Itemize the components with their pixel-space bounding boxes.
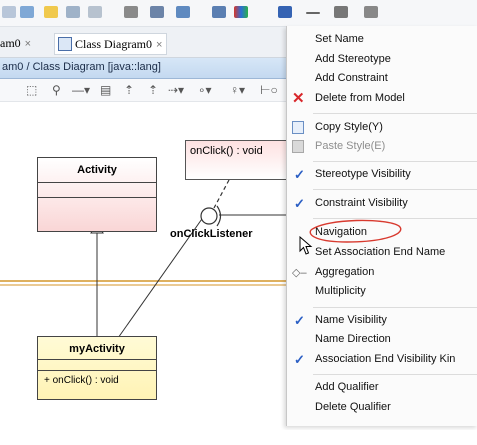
check-icon: ✓ bbox=[294, 352, 305, 367]
paste-icon bbox=[292, 140, 304, 153]
tab-class-diagram0[interactable]: Class Diagram0 × bbox=[54, 33, 168, 55]
table-tool-icon[interactable]: ▤ bbox=[100, 83, 111, 97]
delete-icon: ✕ bbox=[292, 90, 305, 107]
menu-item-delete-qualifier[interactable]: Delete Qualifier bbox=[287, 398, 477, 418]
class-attributes bbox=[38, 182, 156, 197]
menu-item-set-name[interactable]: Set Name bbox=[287, 30, 477, 50]
tab-label: am0 bbox=[0, 36, 21, 50]
menu-item-multiplicity[interactable]: Multiplicity bbox=[287, 282, 477, 302]
close-icon[interactable]: × bbox=[25, 38, 31, 50]
menu-item-name-direction[interactable]: Name Direction bbox=[287, 330, 477, 350]
copy-icon bbox=[292, 121, 304, 134]
menu-item-delete-from-model[interactable]: ✕ Delete from Model bbox=[287, 89, 477, 109]
interface-tool-icon[interactable]: ⊢○ bbox=[260, 83, 278, 97]
close-icon[interactable]: × bbox=[156, 39, 162, 51]
menu-item-name-visibility[interactable]: ✓ Name Visibility bbox=[287, 311, 477, 331]
select-tool-icon[interactable]: ⬚ bbox=[26, 83, 37, 97]
check-icon: ✓ bbox=[294, 196, 305, 211]
menu-item-paste-style: Paste Style(E) bbox=[287, 137, 477, 157]
class-myactivity[interactable]: myActivity + onClick() : void bbox=[37, 336, 157, 400]
class-attributes bbox=[38, 359, 156, 370]
search-icon[interactable] bbox=[2, 6, 16, 18]
line-tool-icon[interactable]: —▾ bbox=[72, 83, 90, 97]
main-toolbar bbox=[0, 0, 477, 27]
node-tool-icon[interactable]: ∘▾ bbox=[198, 83, 212, 97]
tab-label: Class Diagram0 bbox=[75, 37, 152, 51]
note-text: onClick() : void bbox=[190, 145, 263, 157]
menu-item-add-constraint[interactable]: Add Constraint bbox=[287, 69, 477, 89]
actor-tool-icon[interactable]: ♀▾ bbox=[230, 83, 245, 97]
menu-separator bbox=[313, 161, 477, 162]
diagram-palette: ⬚ ⚲ —▾ ▤ ⇡ ⇡ ⇢▾ ∘▾ ♀▾ ⊢○ bbox=[0, 79, 290, 102]
class-name: Activity bbox=[77, 164, 117, 176]
line-color-icon[interactable] bbox=[278, 6, 292, 18]
color-fill-icon[interactable] bbox=[234, 6, 248, 18]
class-operations bbox=[38, 197, 156, 198]
menu-separator bbox=[313, 374, 477, 375]
diagram-title-bar: am0 / Class Diagram [java::lang] bbox=[0, 58, 290, 79]
arrow-right-icon[interactable] bbox=[66, 6, 80, 18]
grid-icon[interactable] bbox=[124, 6, 138, 18]
dependency-tool-icon[interactable]: ⇢▾ bbox=[168, 83, 184, 97]
diagram-icon bbox=[58, 37, 72, 51]
diagram-title: am0 / Class Diagram [java::lang] bbox=[2, 61, 161, 73]
dropdown-icon[interactable] bbox=[364, 6, 378, 18]
menu-item-add-stereotype[interactable]: Add Stereotype bbox=[287, 50, 477, 70]
shape-icon[interactable] bbox=[212, 6, 226, 18]
comment-icon[interactable] bbox=[44, 6, 58, 18]
pin-tool-icon[interactable]: ⚲ bbox=[52, 83, 61, 97]
bottom-edge bbox=[0, 430, 477, 445]
check-icon: ✓ bbox=[294, 167, 305, 182]
menu-item-constraint-visibility[interactable]: ✓ Constraint Visibility bbox=[287, 194, 477, 214]
editor-tabs: am0 × Class Diagram0 × bbox=[0, 27, 290, 58]
menu-item-aggregation[interactable]: ◇– Aggregation bbox=[287, 263, 477, 283]
note-shape[interactable]: onClick() : void bbox=[185, 140, 289, 180]
menu-separator bbox=[313, 113, 477, 114]
check-icon: ✓ bbox=[294, 313, 305, 328]
tree-icon[interactable] bbox=[334, 6, 348, 18]
arrow-right-alt-icon[interactable] bbox=[88, 6, 102, 18]
aggregation-diamond-icon: ◇– bbox=[292, 267, 307, 279]
realization-tool-icon[interactable]: ⇡ bbox=[148, 83, 158, 97]
context-menu: Set Name Add Stereotype Add Constraint ✕… bbox=[286, 26, 477, 426]
class-operation: + onClick() : void bbox=[38, 370, 156, 386]
class-name: myActivity bbox=[69, 343, 125, 355]
menu-item-stereotype-visibility[interactable]: ✓ Stereotype Visibility bbox=[287, 165, 477, 185]
menu-item-association-end-visibility-kind[interactable]: ✓ Association End Visibility Kin bbox=[287, 350, 477, 370]
line-style-icon[interactable] bbox=[306, 12, 320, 14]
interface-label: onClickListener bbox=[170, 228, 253, 240]
tab-diagram0[interactable]: am0 × bbox=[0, 33, 31, 53]
note-anchor-line bbox=[213, 179, 230, 209]
layout-icon[interactable] bbox=[176, 6, 190, 18]
menu-separator bbox=[313, 307, 477, 308]
menu-item-add-qualifier[interactable]: Add Qualifier bbox=[287, 378, 477, 398]
interface-lollipop[interactable] bbox=[200, 207, 218, 225]
menu-separator bbox=[313, 189, 477, 190]
class-activity[interactable]: Activity bbox=[37, 157, 157, 232]
menu-item-copy-style[interactable]: Copy Style(Y) bbox=[287, 118, 477, 138]
align-icon[interactable] bbox=[150, 6, 164, 18]
menu-item-set-association-end-name[interactable]: Set Association End Name bbox=[287, 243, 477, 263]
generalization-tool-icon[interactable]: ⇡ bbox=[124, 83, 134, 97]
image-icon[interactable] bbox=[20, 6, 34, 18]
